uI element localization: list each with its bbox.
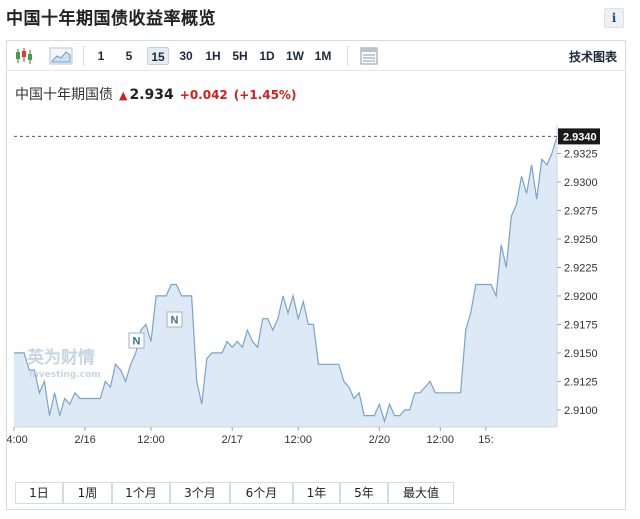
x-tick-label: 14:00 [7, 434, 28, 446]
news-marker-label[interactable]: N [171, 315, 179, 327]
range-1y[interactable]: 1年 [293, 482, 340, 504]
last-price-tag-label: 2.9340 [563, 131, 597, 143]
x-tick-label: 12:00 [427, 434, 455, 446]
news-marker[interactable]: N [166, 311, 183, 328]
y-tick-label: 2.9275 [564, 205, 598, 217]
x-tick-label: 2/16 [74, 434, 95, 446]
range-1m[interactable]: 1个月 [112, 482, 170, 504]
y-tick-label: 2.9225 [564, 262, 598, 274]
x-tick-label: 2/17 [222, 434, 243, 446]
x-tick-label: 15: [478, 434, 493, 446]
y-tick-label: 2.9150 [564, 348, 598, 360]
watermark-logo: 英为财情 [27, 347, 95, 368]
y-tick-label: 2.9300 [564, 177, 598, 189]
y-tick-label: 2.9100 [564, 405, 598, 417]
range-5y[interactable]: 5年 [340, 482, 388, 504]
info-icon[interactable]: i [604, 8, 624, 28]
x-tick-label: 2/20 [369, 434, 390, 446]
watermark-logo: Investing.com [29, 370, 101, 380]
price-chart[interactable]: 英为财情 Investing.com 2.9325 2.9300 2.9275 2.925… [7, 41, 625, 481]
page-title: 中国十年期国债收益率概览 [6, 9, 216, 29]
range-1w[interactable]: 1周 [63, 482, 112, 504]
chart-panel: 1 5 15 30 1H 5H 1D 1W 1M 技术图表 中国十年期国债 ▲ 2.… [6, 40, 626, 510]
range-3m[interactable]: 3个月 [170, 482, 230, 504]
y-tick-label: 2.9125 [564, 376, 598, 388]
y-tick-label: 2.9325 [564, 148, 598, 160]
news-marker-label[interactable]: N [133, 336, 141, 348]
y-tick-label: 2.9250 [564, 234, 598, 246]
range-max[interactable]: 最大值 [388, 482, 454, 504]
range-6m[interactable]: 6个月 [230, 482, 293, 504]
price-area-fill [14, 136, 557, 427]
range-1d[interactable]: 1日 [15, 482, 63, 504]
y-tick-label: 2.9200 [564, 291, 598, 303]
x-tick-label: 12:00 [284, 434, 312, 446]
y-tick-label: 2.9175 [564, 319, 598, 331]
x-tick-label: 12:00 [137, 434, 165, 446]
news-marker[interactable]: N [128, 332, 145, 349]
